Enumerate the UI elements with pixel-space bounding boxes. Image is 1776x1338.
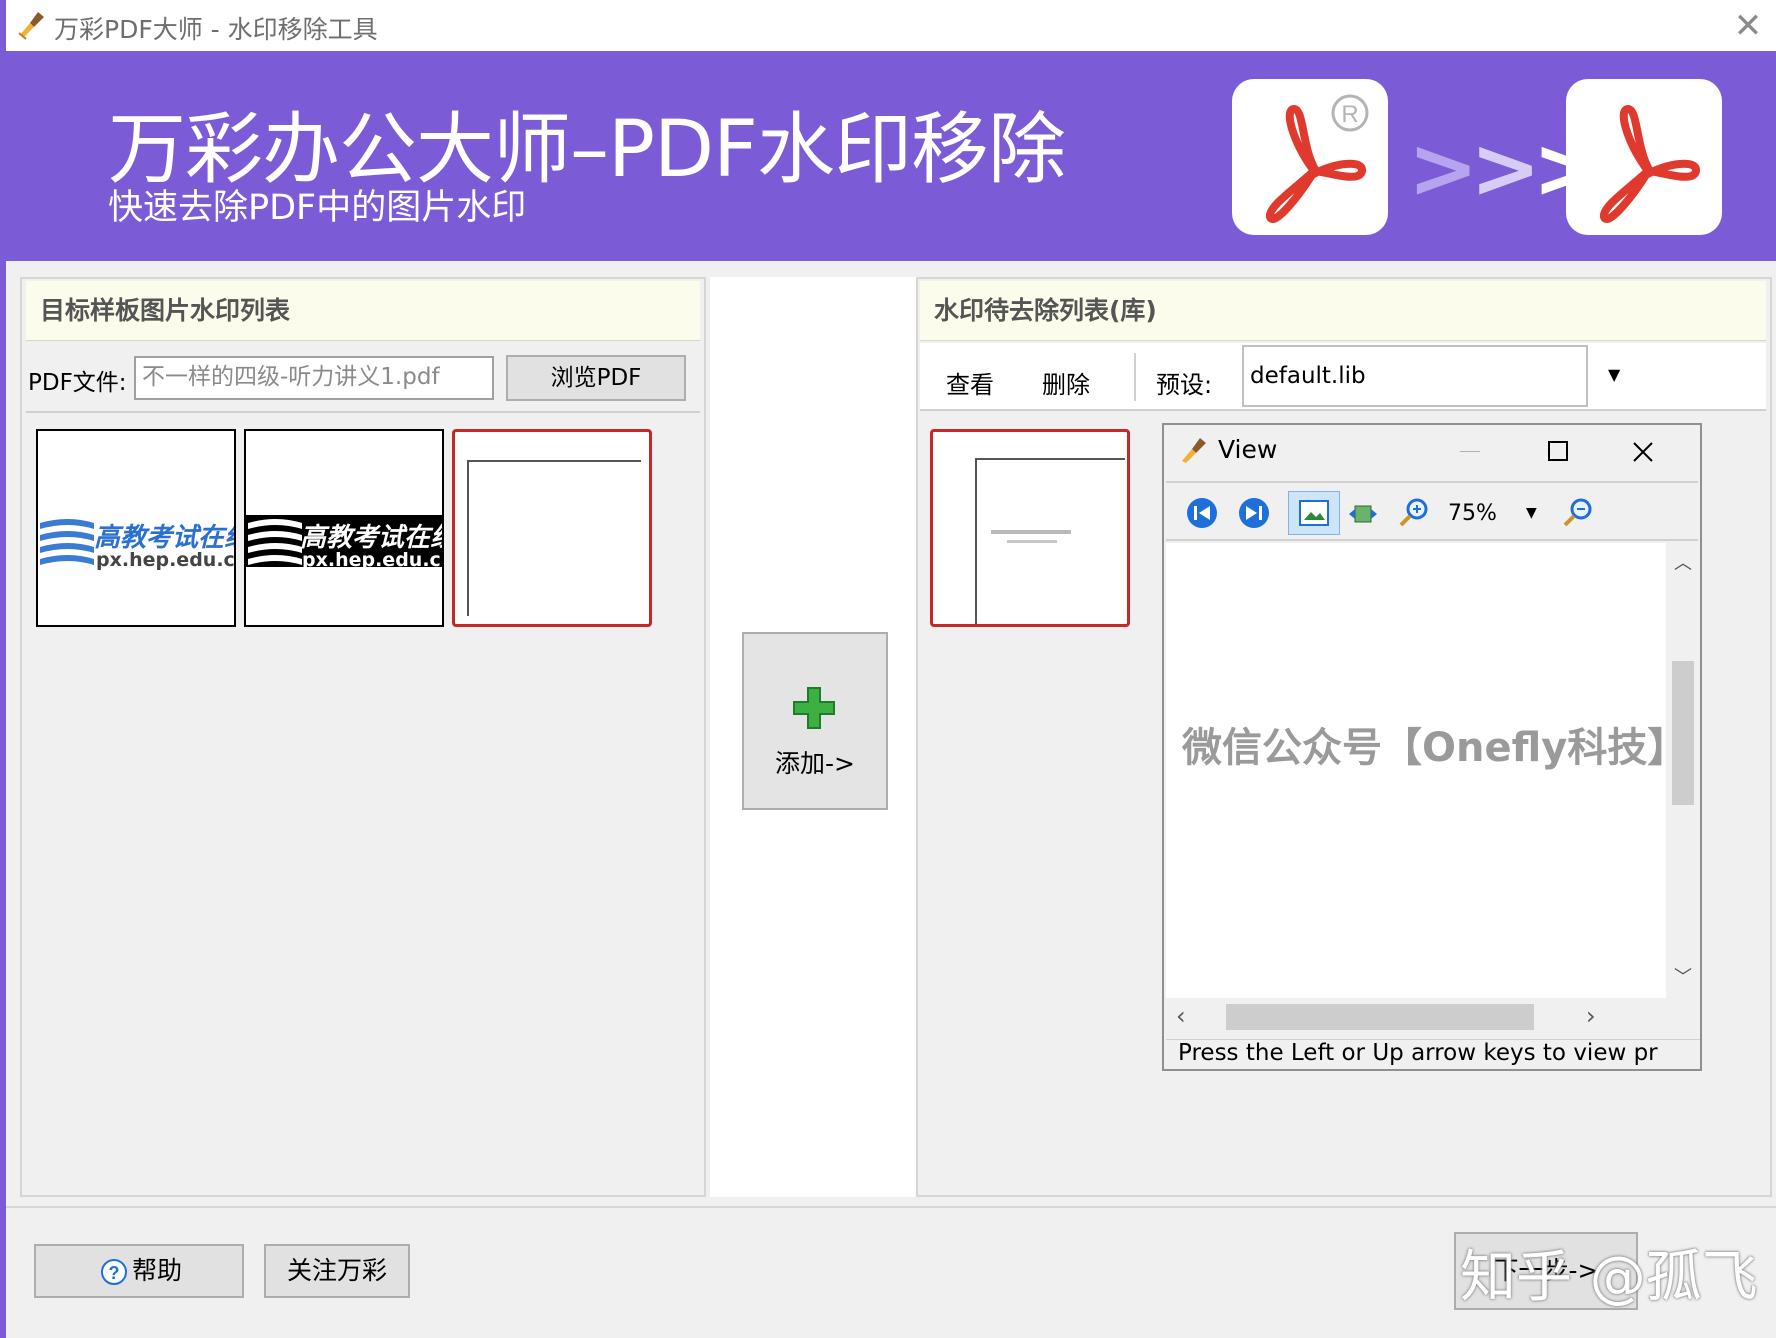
mini-watermark	[1007, 540, 1057, 543]
divider	[26, 411, 700, 413]
fit-page-button[interactable]	[1288, 491, 1340, 535]
template-watermark-panel: 目标样板图片水印列表 PDF文件: 不一样的四级-听力讲义1.pdf 浏览PDF…	[20, 277, 706, 1197]
hep-logo-icon	[248, 519, 302, 565]
broom-icon	[1182, 438, 1206, 463]
browse-pdf-button[interactable]: 浏览PDF	[506, 355, 686, 401]
scrollbar-thumb[interactable]	[1672, 661, 1694, 805]
fit-page-icon	[1299, 500, 1329, 526]
preset-label: 预设:	[1156, 371, 1213, 399]
help-button-label: 帮助	[132, 1256, 183, 1285]
fit-width-icon[interactable]	[1348, 499, 1378, 529]
view-title: View	[1218, 435, 1278, 464]
zoom-level[interactable]: 75%	[1448, 501, 1497, 526]
minimize-icon[interactable]	[1460, 451, 1480, 452]
template-thumbnail-selected[interactable]	[452, 429, 652, 627]
close-icon[interactable]: ✕	[1728, 6, 1768, 46]
svg-text:?: ?	[109, 1263, 120, 1283]
pdf-file-input[interactable]: 不一样的四级-听力讲义1.pdf	[134, 356, 494, 400]
last-page-icon[interactable]	[1238, 497, 1270, 529]
maximize-icon[interactable]	[1548, 441, 1568, 461]
pdf-file-label: PDF文件:	[28, 370, 127, 396]
chevron-down-icon[interactable]: ﹀	[1674, 963, 1692, 989]
scrollbar-thumb[interactable]	[1226, 1004, 1534, 1030]
pdf-clean-icon	[1566, 79, 1722, 235]
preview-canvas: 微信公众号【Onefly科技】	[1166, 543, 1687, 998]
library-thumbnail-selected[interactable]	[930, 429, 1130, 627]
main-window: 万彩PDF大师 - 水印移除工具 ✕ 万彩办公大师–PDF水印移除 快速去除PD…	[0, 0, 1776, 1338]
delete-button[interactable]: 删除	[1042, 365, 1090, 400]
zoom-in-icon[interactable]	[1398, 497, 1430, 529]
banner-subtitle: 快速去除PDF中的图片水印	[108, 188, 527, 228]
vertical-scrollbar[interactable]: ︿ ﹀	[1666, 543, 1698, 998]
chevron-down-icon[interactable]: ▼	[1526, 505, 1537, 521]
first-page-icon[interactable]	[1186, 497, 1218, 529]
help-button[interactable]: ? 帮助	[34, 1244, 244, 1298]
pdf-registered-icon: R	[1232, 79, 1388, 235]
toolbar-divider	[1134, 353, 1136, 401]
follow-button[interactable]: 关注万彩	[264, 1244, 410, 1298]
library-panel-header: 水印待去除列表(库)	[920, 281, 1766, 341]
footer-divider	[6, 1206, 1776, 1208]
zoom-out-icon[interactable]	[1562, 497, 1594, 529]
preset-select[interactable]: default.lib	[1242, 345, 1588, 407]
template-panel-header: 目标样板图片水印列表	[26, 281, 700, 341]
library-toolbar: 查看 删除 预设: default.lib ▼	[920, 343, 1766, 411]
thumb-logo-url: px.hep.edu.cn	[96, 549, 236, 571]
hep-logo-icon	[40, 519, 94, 565]
divider	[1166, 539, 1698, 541]
svg-text:R: R	[1341, 101, 1358, 128]
watermark-preview-text: 微信公众号【Onefly科技】	[1182, 725, 1688, 771]
horizontal-scrollbar[interactable]: ‹ ›	[1166, 998, 1666, 1038]
header-banner: 万彩办公大师–PDF水印移除 快速去除PDF中的图片水印 R >>>	[6, 51, 1776, 261]
thumb-logo-url: px.hep.edu.cn	[302, 549, 444, 571]
chevron-left-icon[interactable]: ‹	[1176, 1002, 1186, 1030]
template-thumbnail[interactable]: 高教考试在线 px.hep.edu.cn	[244, 429, 444, 627]
chevron-right-icon[interactable]: ›	[1586, 1002, 1596, 1030]
add-button-label: 添加->	[775, 749, 855, 778]
add-to-library-button[interactable]: 添加->	[742, 632, 888, 810]
status-bar: Press the Left or Up arrow keys to view …	[1166, 1039, 1700, 1069]
divider	[1166, 481, 1698, 483]
window-title: 万彩PDF大师 - 水印移除工具	[54, 15, 378, 44]
chevron-down-icon[interactable]: ▼	[1608, 365, 1620, 384]
page-edge-graphic	[467, 460, 641, 616]
zhihu-watermark: 知乎 @孤飞	[1460, 1245, 1758, 1310]
broom-icon	[18, 12, 44, 40]
template-thumbnail[interactable]: 高教考试在线 px.hep.edu.cn	[36, 429, 236, 627]
title-bar: 万彩PDF大师 - 水印移除工具 ✕	[6, 0, 1776, 51]
view-button[interactable]: 查看	[946, 365, 994, 400]
help-icon: ?	[101, 1259, 127, 1285]
view-window: View 75% ▼ 微信公众号【Onefly科技】 ︿ ﹀ ‹ › Press…	[1162, 423, 1702, 1071]
mini-watermark	[991, 530, 1071, 534]
close-icon[interactable]	[1632, 441, 1654, 463]
chevron-up-icon[interactable]: ︿	[1674, 549, 1692, 575]
plus-icon	[793, 687, 835, 729]
